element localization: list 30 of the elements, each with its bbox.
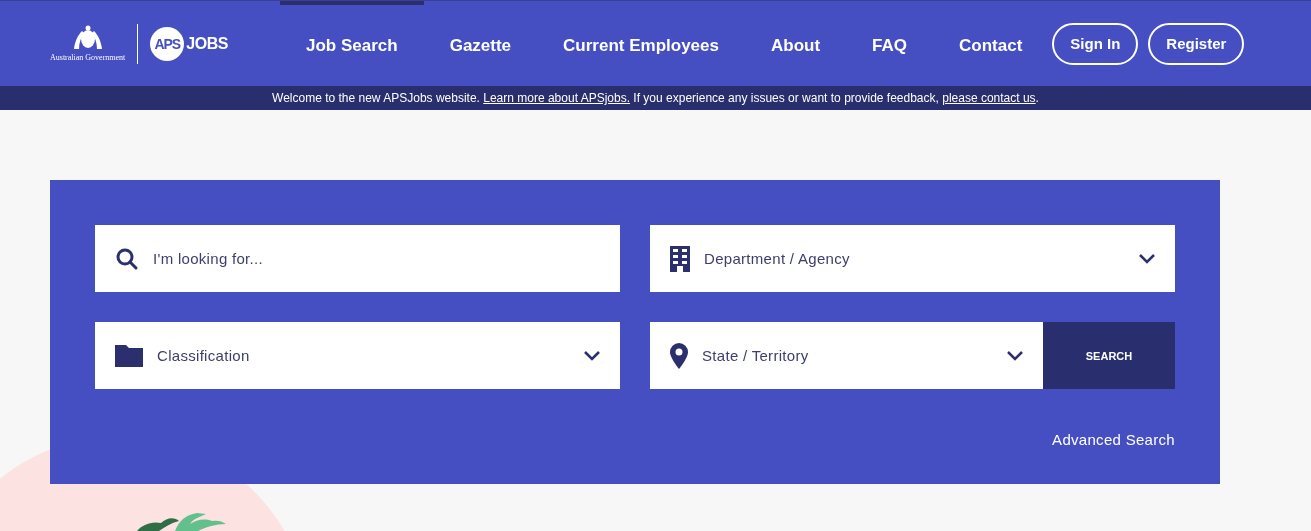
advanced-search-link[interactable]: Advanced Search — [1052, 430, 1175, 448]
field-placeholder: State / Territory — [702, 347, 810, 364]
dropdown-field[interactable]: Department / Agency — [650, 225, 1175, 292]
dropdown-field[interactable]: State / Territory — [650, 322, 1043, 389]
field-placeholder: I'm looking for... — [153, 250, 264, 267]
notice-text: Welcome to the new APSJobs website. Learn more about APSjobs. If you experience any issues or want to provide feedback, please contact us. — [272, 91, 1039, 105]
folder-icon — [115, 344, 143, 367]
notice-link[interactable]: Learn more about APSjobs. — [483, 91, 630, 105]
notice-link[interactable]: please contact us — [942, 91, 1036, 105]
sign-in-button[interactable]: Sign In — [1052, 22, 1139, 65]
search-icon — [115, 246, 139, 271]
logo-badge: APS — [150, 26, 185, 61]
chevron-down-icon — [1139, 253, 1155, 264]
logo-wordmark: JOBS — [186, 34, 228, 53]
search-input-field[interactable]: I'm looking for... — [95, 225, 620, 292]
search-button[interactable]: SEARCH — [1043, 322, 1175, 389]
nav-link[interactable]: About — [744, 1, 847, 86]
chevron-down-icon — [584, 350, 600, 361]
chevron-down-icon — [1007, 350, 1023, 361]
field-placeholder: Department / Agency — [704, 250, 851, 267]
government-text: Australian Government — [50, 53, 126, 62]
location-pin-icon — [670, 342, 688, 369]
nav-link[interactable]: FAQ — [846, 1, 933, 86]
nav-link[interactable]: Contact — [933, 1, 1049, 86]
dropdown-field[interactable]: Classification — [95, 322, 620, 389]
building-icon — [670, 245, 690, 272]
field-placeholder: Classification — [157, 347, 251, 364]
register-button[interactable]: Register — [1148, 22, 1245, 65]
nav-link[interactable]: Current Employees — [537, 1, 745, 86]
nav-link[interactable]: Gazette — [423, 1, 538, 86]
